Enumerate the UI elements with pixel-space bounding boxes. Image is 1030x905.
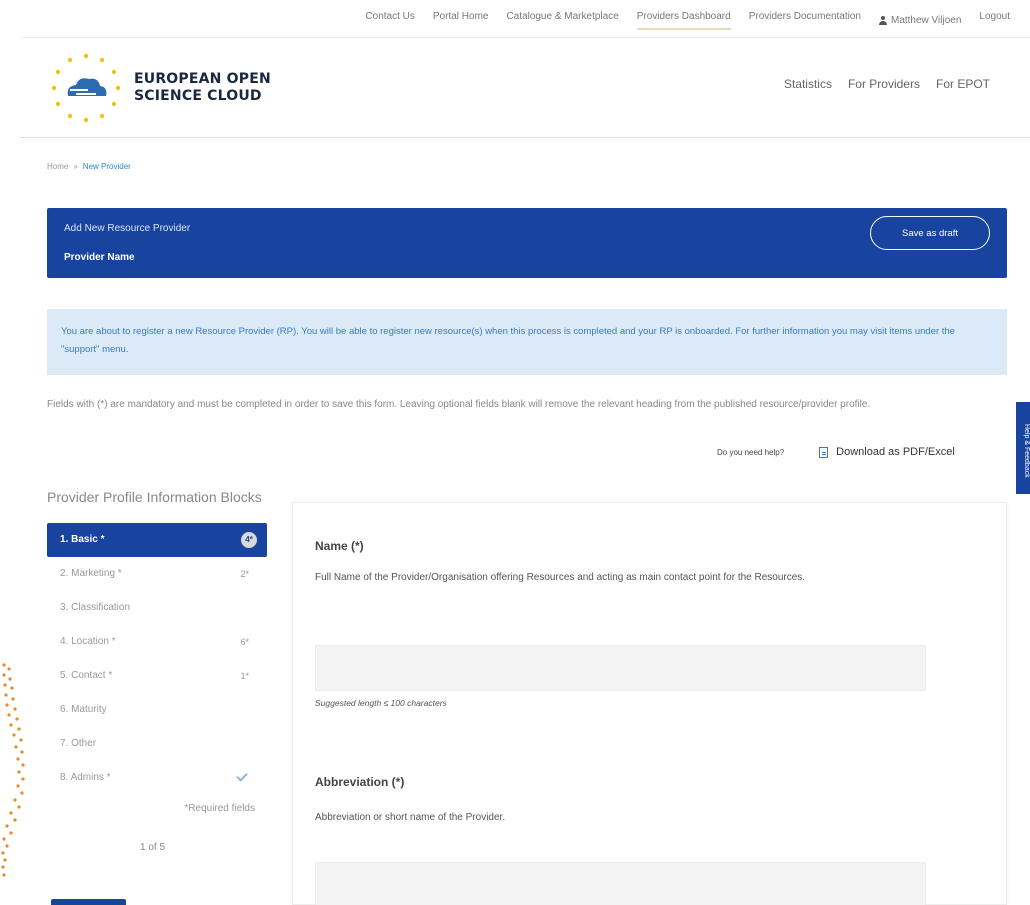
step-label: 5. Contact * <box>60 670 113 681</box>
mandatory-fields-note: Fields with (*) are mandatory and must b… <box>47 399 871 410</box>
step-label: 8. Admins * <box>60 772 111 783</box>
banner-subtitle: Add New Resource Provider <box>64 223 191 234</box>
pager: 1 of 5 <box>140 842 166 853</box>
step-marketing[interactable]: 2. Marketing * 2* <box>47 557 267 591</box>
name-length-hint: Suggested length ≤ 100 characters <box>315 698 447 708</box>
next-button[interactable] <box>51 899 126 905</box>
nav-for-epot[interactable]: For EPOT <box>936 77 990 91</box>
link-providers-documentation[interactable]: Providers Documentation <box>749 11 861 30</box>
step-badge: 2* <box>240 569 249 579</box>
breadcrumb-current: New Provider <box>82 162 131 171</box>
page-banner: Add New Resource Provider Provider Name … <box>47 208 1007 278</box>
step-label: 3. Classification <box>60 602 131 613</box>
eosc-star-cloud-icon <box>51 53 121 123</box>
help-row: Do you need help? Download as PDF/Excel <box>717 446 1017 458</box>
nav-for-providers[interactable]: For Providers <box>848 77 920 91</box>
user-name: Matthew Viljoen <box>890 15 962 26</box>
step-list: 1. Basic * 4* 2. Marketing * 2* 3. Class… <box>47 523 267 795</box>
step-label: 1. Basic * <box>60 534 105 545</box>
abbreviation-input[interactable] <box>315 862 926 905</box>
download-pdf-excel-link[interactable]: Download as PDF/Excel <box>836 446 955 458</box>
banner-title: Provider Name <box>64 252 135 263</box>
abbreviation-field-label: Abbreviation (*) <box>315 775 405 789</box>
name-input[interactable] <box>315 645 926 691</box>
profile-blocks-sidebar: Provider Profile Information Blocks 1. B… <box>47 485 267 853</box>
step-label: 7. Other <box>60 738 97 749</box>
link-contact-us[interactable]: Contact Us <box>365 11 414 30</box>
name-field-label: Name (*) <box>315 539 364 553</box>
step-other[interactable]: 7. Other <box>47 727 267 761</box>
eosc-logo[interactable]: EUROPEAN OPEN SCIENCE CLOUD <box>48 50 271 126</box>
user-menu[interactable]: Matthew Viljoen <box>878 11 962 30</box>
step-admins[interactable]: 8. Admins * <box>47 761 267 795</box>
step-label: 6. Maturity <box>60 704 107 715</box>
link-providers-dashboard[interactable]: Providers Dashboard <box>636 11 731 30</box>
breadcrumb-home[interactable]: Home <box>47 162 68 171</box>
document-icon <box>819 446 829 458</box>
top-utility-bar: Contact Us Portal Home Catalogue & Marke… <box>20 0 1030 38</box>
header-nav: Statistics For Providers For EPOT <box>784 77 990 91</box>
form-panel: Name (*) Full Name of the Provider/Organ… <box>292 502 1007 905</box>
step-location[interactable]: 4. Location * 6* <box>47 625 267 659</box>
step-basic[interactable]: 1. Basic * 4* <box>47 523 267 557</box>
help-feedback-tab[interactable]: Help & Feedback <box>1016 402 1030 494</box>
sidebar-heading: Provider Profile Information Blocks <box>47 489 262 505</box>
step-label: 2. Marketing * <box>60 568 122 579</box>
step-badge: 6* <box>240 637 249 647</box>
site-header: EUROPEAN OPEN SCIENCE CLOUD Statistics F… <box>20 38 1030 138</box>
step-maturity[interactable]: 6. Maturity <box>47 693 267 727</box>
check-icon <box>236 770 248 782</box>
step-badge: 1* <box>240 671 249 681</box>
info-message: You are about to register a new Resource… <box>47 309 1007 375</box>
step-classification[interactable]: 3. Classification <box>47 591 267 625</box>
top-links: Contact Us Portal Home Catalogue & Marke… <box>365 11 1010 30</box>
nav-statistics[interactable]: Statistics <box>784 77 832 91</box>
need-help-link[interactable]: Do you need help? <box>717 448 784 457</box>
logo-line-2: SCIENCE CLOUD <box>134 88 262 104</box>
required-fields-note: *Required fields <box>184 803 255 814</box>
link-portal-home[interactable]: Portal Home <box>433 11 489 30</box>
breadcrumb-separator: » <box>73 162 78 171</box>
name-field-description: Full Name of the Provider/Organisation o… <box>315 572 806 583</box>
abbreviation-field-description: Abbreviation or short name of the Provid… <box>315 812 506 823</box>
breadcrumb: Home » New Provider <box>47 162 131 171</box>
logo-line-1: EUROPEAN OPEN <box>134 71 271 87</box>
step-label: 4. Location * <box>60 636 116 647</box>
logo-text: EUROPEAN OPEN SCIENCE CLOUD <box>134 71 271 105</box>
step-badge: 4* <box>241 532 257 548</box>
save-as-draft-button[interactable]: Save as draft <box>870 216 990 250</box>
user-icon <box>878 16 887 25</box>
step-contact[interactable]: 5. Contact * 1* <box>47 659 267 693</box>
decorative-dots <box>1 663 25 877</box>
link-catalogue-marketplace[interactable]: Catalogue & Marketplace <box>506 11 618 30</box>
logout-link[interactable]: Logout <box>979 11 1010 30</box>
